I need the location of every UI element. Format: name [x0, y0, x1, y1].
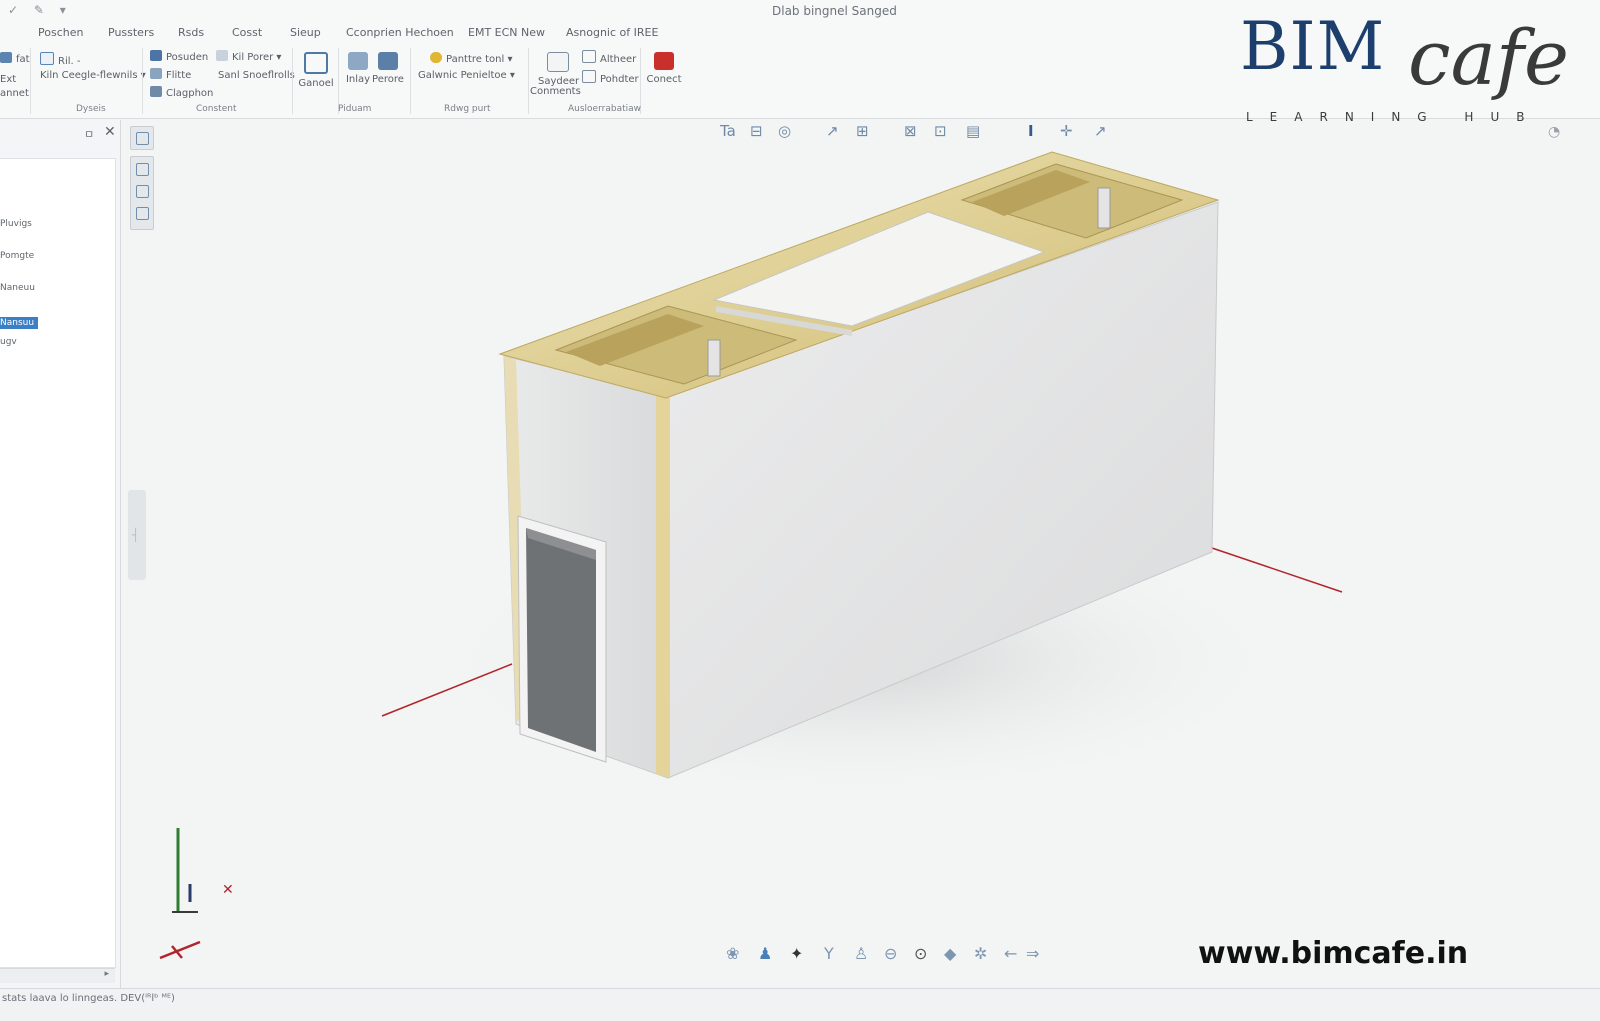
snap-icon[interactable]: ❀	[726, 944, 739, 963]
lock-icon[interactable]: ♙	[854, 944, 868, 963]
door-opening[interactable]	[526, 528, 596, 752]
brand-logo-script: cafe	[1408, 13, 1569, 102]
brand-tagline: LEARNING HUB	[1246, 110, 1542, 124]
status-text: stats laava lo linngeas. DEV(ᴵᴿlᵇ ᴹᴱ)	[2, 993, 175, 1004]
filter-icon[interactable]: Y	[824, 944, 834, 963]
highlight-icon[interactable]: ◆	[944, 944, 956, 963]
roof-duct	[707, 339, 721, 377]
corner-trim	[656, 394, 670, 778]
workset-icon[interactable]: ✲	[974, 944, 987, 963]
brand-logo-text: BIM	[1240, 8, 1386, 85]
hide-icon[interactable]: ⊖	[884, 944, 897, 963]
isolate-icon[interactable]: ⊙	[914, 944, 927, 963]
user-icon[interactable]: ♟	[758, 944, 772, 963]
model-viewport[interactable]: ✕	[0, 0, 1600, 1020]
website-url: www.bimcafe.in	[1198, 936, 1469, 971]
brush-icon[interactable]: ✦	[790, 944, 803, 963]
roof-duct	[1097, 187, 1111, 229]
forward-icon[interactable]: ⇒	[1026, 944, 1039, 963]
status-bar: stats laava lo linngeas. DEV(ᴵᴿlᵇ ᴹᴱ)	[0, 988, 1600, 1021]
back-icon[interactable]: ←	[1004, 944, 1017, 963]
ucs-x-marker: ✕	[222, 882, 234, 898]
